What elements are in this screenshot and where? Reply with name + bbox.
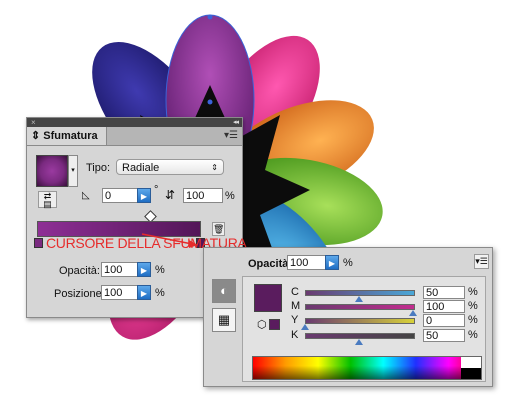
cmyk-label-m: M [291,300,301,312]
cmyk-slider-m[interactable] [305,304,415,310]
color-opacity-stepper[interactable]: ▶ [325,255,339,270]
spectrum-black[interactable] [461,368,481,379]
cmyk-unit-k: % [468,329,478,341]
cmyk-label-k: K [291,329,299,341]
cmyk-field-c[interactable]: 50 [423,286,465,299]
cmyk-unit-c: % [468,286,478,298]
color-panel: Opacità: 100 ▶ % ▾☰ ◐ ▦ ⬡ C 50% M 100% Y 0% K 5… [203,247,493,387]
cmyk-unit-m: % [468,300,478,312]
cmyk-unit-y: % [468,314,478,326]
cmyk-slider-knob-k[interactable] [355,339,363,345]
cmyk-slider-y[interactable] [305,318,415,324]
color-opacity-label: Opacità: [248,258,293,270]
cmyk-label-c: C [291,286,299,298]
color-panel-menu-icon[interactable]: ▾☰ [474,254,489,269]
cmyk-field-m[interactable]: 100 [423,300,465,313]
cmyk-row-c: C 50% [243,286,483,302]
cmyk-field-k[interactable]: 50 [423,329,465,342]
color-opacity-unit: % [343,257,353,269]
cmyk-field-y[interactable]: 0 [423,314,465,327]
cmyk-label-y: Y [291,314,299,326]
cmyk-row-k: K 50% [243,329,483,345]
color-spectrum-bar[interactable] [252,356,482,380]
cmyk-row-m: M 100% [243,300,483,316]
cmyk-row-y: Y 0% [243,314,483,330]
color-picker-icon[interactable]: ◐ [212,279,236,303]
swatches-grid-icon[interactable]: ▦ [212,308,236,332]
spectrum-white[interactable] [461,357,481,368]
